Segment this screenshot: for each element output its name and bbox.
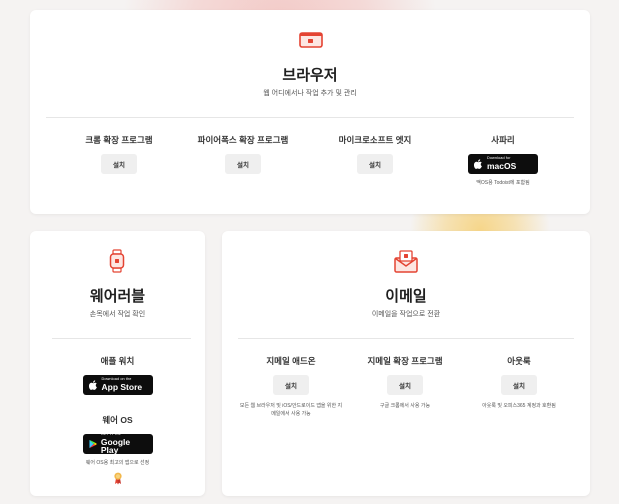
award-ribbon-icon	[113, 472, 122, 484]
firefox-extension-label: 파이어폭스 확장 프로그램	[197, 135, 289, 145]
gmail-extension-note: 구글 크롬에서 사용 가능	[379, 403, 431, 409]
wearable-divider	[52, 338, 191, 339]
wear-os: 웨어 OS GET IT ON Google Play 웨어 OS용 최고의 앱으…	[30, 414, 205, 485]
edge-extension: 마이크로소프트 엣지 설치	[320, 134, 430, 174]
safari-label: 사파리	[491, 135, 515, 145]
wearable-title: 웨어러블	[89, 288, 146, 305]
apple-watch-label: 애플 워치	[100, 356, 135, 366]
safari: 사파리 Download for macOS 맥OS용 Todoist에 포함됨	[450, 134, 556, 188]
google-play-badge-big: Google Play	[100, 436, 131, 456]
browser-icon	[299, 32, 323, 48]
email-subtitle: 이메일을 작업으로 전환	[371, 311, 441, 318]
apple-watch: 애플 워치 Download on the App Store	[30, 355, 205, 395]
app-store-badge-big: App Store	[101, 382, 143, 393]
apple-icon	[88, 380, 97, 390]
outlook-label: 아웃룩	[507, 356, 531, 366]
browser-divider	[46, 117, 574, 118]
wear-os-note: 웨어 OS용 최고의 앱으로 선정	[85, 460, 150, 466]
email-title: 이메일	[385, 288, 427, 305]
gmail-extension-install-button[interactable]: 설치	[387, 375, 423, 395]
macos-download-badge[interactable]: Download for macOS	[468, 154, 538, 174]
firefox-install-button[interactable]: 설치	[225, 154, 261, 174]
firefox-extension: 파이어폭스 확장 프로그램 설치	[183, 134, 303, 174]
browser-title: 브라우저	[282, 67, 338, 84]
email-card: 이메일 이메일을 작업으로 전환 지메일 애드온 설치 모든 웹 브라우저 및 …	[222, 231, 590, 496]
chrome-install-button[interactable]: 설치	[101, 154, 137, 174]
google-play-badge[interactable]: GET IT ON Google Play	[82, 432, 153, 456]
gmail-addon-note: 모든 웹 브라우저 및 iOS/안드로이드 앱을 위한 지메일에서 사용 가능	[239, 403, 343, 417]
email-icon	[394, 250, 418, 273]
wearable-card: 웨어러블 손목에서 작업 확인 애플 워치 Download on the App…	[30, 231, 205, 496]
edge-extension-label: 마이크로소프트 엣지	[338, 135, 412, 145]
outlook: 아웃룩 설치 아웃룩 및 오피스365 계정과 호환됨	[464, 355, 574, 411]
google-play-icon	[88, 439, 97, 449]
email-divider	[238, 338, 574, 339]
app-store-badge[interactable]: Download on the App Store	[82, 375, 153, 395]
outlook-note: 아웃룩 및 오피스365 계정과 호환됨	[482, 403, 556, 409]
edge-install-button[interactable]: 설치	[357, 154, 393, 174]
safari-note: 맥OS용 Todoist에 포함됨	[476, 180, 530, 186]
chrome-extension-label: 크롬 확장 프로그램	[85, 135, 153, 145]
smartwatch-icon	[109, 249, 125, 273]
wearable-subtitle: 손목에서 작업 확인	[89, 311, 146, 318]
gmail-addon-install-button[interactable]: 설치	[273, 375, 309, 395]
apple-icon	[474, 159, 482, 169]
chrome-extension: 크롬 확장 프로그램 설치	[66, 134, 172, 174]
browser-card: 브라우저 웹 어디에서나 작업 추가 및 관리 크롬 확장 프로그램 설치 파이…	[30, 10, 590, 214]
browser-subtitle: 웹 어디에서나 작업 추가 및 관리	[263, 90, 357, 97]
gmail-addon-label: 지메일 애드온	[266, 356, 316, 366]
outlook-install-button[interactable]: 설치	[501, 375, 537, 395]
wear-os-label: 웨어 OS	[102, 415, 133, 425]
gmail-addon: 지메일 애드온 설치 모든 웹 브라우저 및 iOS/안드로이드 앱을 위한 지…	[232, 355, 350, 418]
gmail-extension: 지메일 확장 프로그램 설치 구글 크롬에서 사용 가능	[350, 355, 460, 411]
macos-badge-big: macOS	[487, 161, 517, 172]
gmail-extension-label: 지메일 확장 프로그램	[367, 356, 443, 366]
